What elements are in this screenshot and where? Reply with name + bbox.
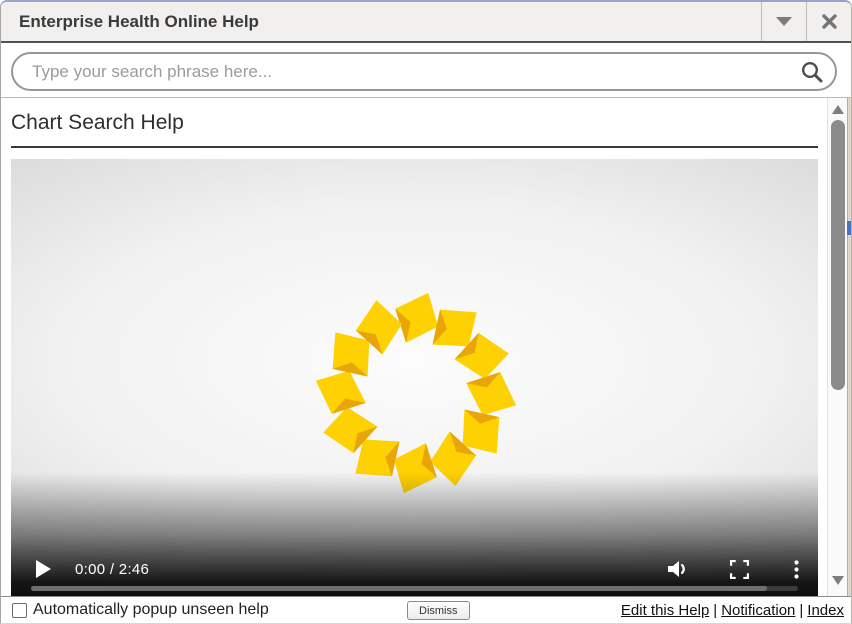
footer-bar: Automatically popup unseen help Dismiss … bbox=[1, 596, 851, 623]
page-title: Chart Search Help bbox=[11, 98, 818, 148]
link-separator: | bbox=[799, 602, 803, 619]
titlebar-buttons bbox=[761, 2, 851, 41]
notification-link[interactable]: Notification bbox=[721, 602, 795, 619]
auto-popup-label[interactable]: Automatically popup unseen help bbox=[33, 601, 269, 619]
footer-links: Edit this Help|Notification|Index bbox=[621, 602, 844, 619]
background-page-fragment bbox=[847, 221, 851, 235]
play-button[interactable] bbox=[36, 560, 51, 578]
video-progress-bar[interactable] bbox=[31, 586, 798, 591]
collapse-button[interactable] bbox=[761, 2, 806, 41]
search-row bbox=[1, 45, 851, 98]
title-bar: Enterprise Health Online Help bbox=[1, 2, 851, 43]
video-time-display: 0:00 / 2:46 bbox=[75, 561, 149, 578]
search-icon[interactable] bbox=[800, 60, 824, 84]
fullscreen-icon[interactable] bbox=[730, 560, 749, 579]
volume-icon[interactable] bbox=[667, 559, 689, 579]
scroll-down-icon[interactable] bbox=[832, 576, 844, 585]
video-player[interactable]: 0:00 / 2:46 bbox=[11, 159, 818, 597]
dialog-title: Enterprise Health Online Help bbox=[1, 12, 259, 32]
close-icon bbox=[822, 14, 837, 29]
vertical-scrollbar[interactable] bbox=[827, 98, 847, 596]
help-content: Chart Search Help 0:00 / 2:46 bbox=[1, 98, 829, 596]
help-dialog: Enterprise Health Online Help Chart Sear bbox=[0, 0, 852, 624]
video-buffered-bar bbox=[31, 586, 767, 591]
scrollbar-thumb[interactable] bbox=[831, 120, 845, 390]
scroll-up-icon[interactable] bbox=[832, 105, 844, 114]
index-link[interactable]: Index bbox=[807, 602, 844, 619]
dismiss-button[interactable]: Dismiss bbox=[407, 601, 470, 620]
close-button[interactable] bbox=[806, 2, 851, 41]
search-input[interactable] bbox=[13, 54, 800, 89]
link-separator: | bbox=[713, 602, 717, 619]
more-options-icon[interactable] bbox=[794, 560, 799, 579]
window-edge-strip bbox=[847, 98, 851, 596]
auto-popup-checkbox[interactable] bbox=[12, 603, 27, 618]
video-controls: 0:00 / 2:46 bbox=[11, 556, 818, 582]
search-box[interactable] bbox=[11, 52, 837, 91]
edit-this-help-link[interactable]: Edit this Help bbox=[621, 602, 709, 619]
pinwheel-logo bbox=[313, 290, 519, 496]
chevron-down-icon bbox=[776, 17, 792, 26]
